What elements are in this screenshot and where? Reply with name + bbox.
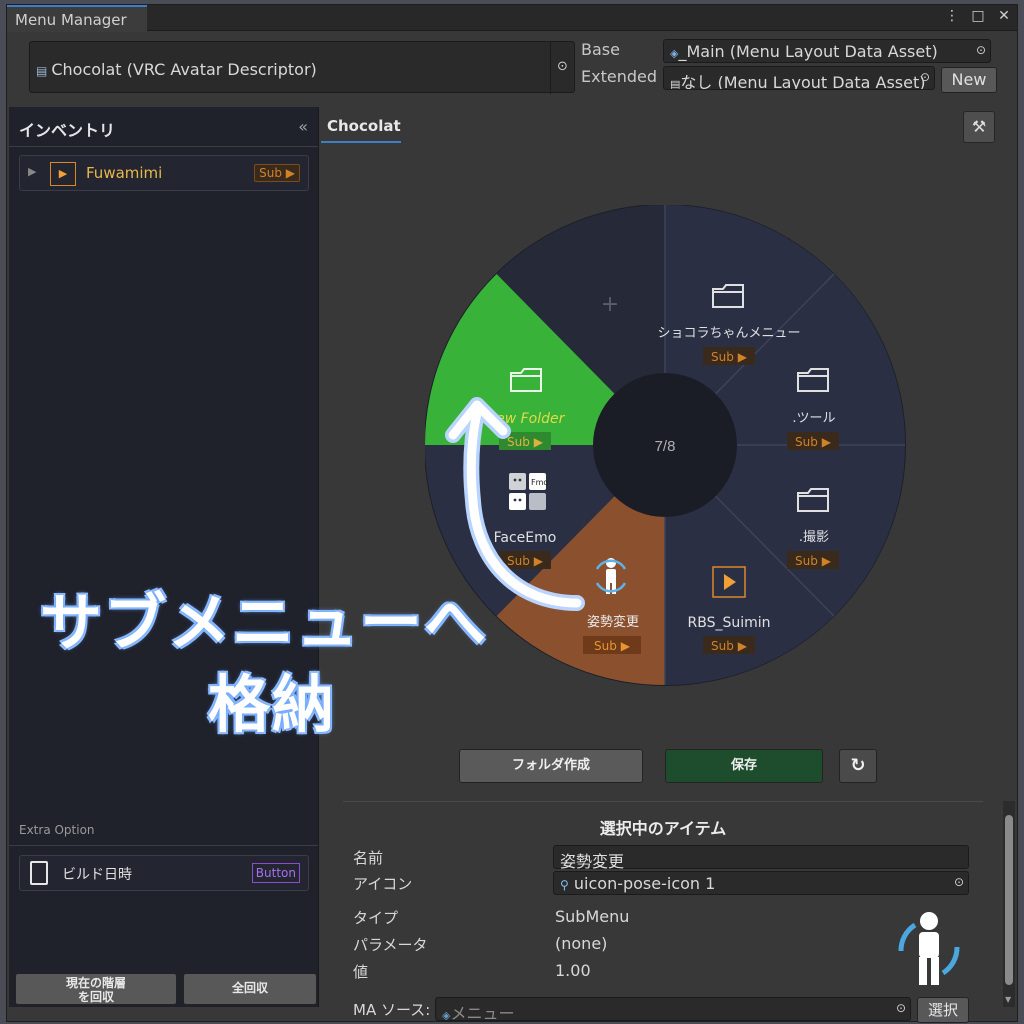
value-value: 1.00: [555, 961, 591, 980]
overlay-caption-line2: 格納: [208, 668, 337, 741]
icon-label: アイコン: [353, 875, 413, 893]
extra-option-label: Extra Option: [19, 823, 95, 837]
menu-manager-window: Menu Manager ⋮ □ ✕ ▤ Chocolat (VRC Avatar…: [6, 4, 1018, 1023]
inventory-title: インベントリ: [19, 121, 116, 140]
section-divider: [343, 801, 983, 802]
restore-all-button[interactable]: 全回収: [183, 973, 317, 1005]
extra-item-label: ビルド日時: [62, 867, 132, 883]
slot-label: ショコラちゃんメニュー: [657, 326, 800, 341]
create-folder-button[interactable]: フォルダ作成: [459, 749, 643, 783]
divider: [9, 845, 318, 846]
scroll-down-icon[interactable]: ▼: [1005, 995, 1011, 1004]
window-controls: ⋮ □ ✕: [945, 8, 1011, 24]
add-icon[interactable]: +: [601, 292, 619, 317]
doc-icon: ▤: [670, 78, 681, 90]
extra-item-build-date[interactable]: ビルド日時 Button: [19, 855, 309, 891]
ma-source-label: MA ソース:: [353, 1001, 431, 1019]
maximize-icon[interactable]: □: [971, 8, 985, 24]
sub-badge: Sub ▶: [711, 350, 748, 364]
title-bar: Menu Manager ⋮ □ ✕: [7, 5, 1017, 32]
refresh-icon[interactable]: ↻: [839, 749, 877, 783]
scrollbar[interactable]: [1003, 801, 1015, 1007]
base-value: _Main (Menu Layout Data Asset): [678, 42, 938, 61]
more-options-icon[interactable]: ⋮: [945, 8, 959, 24]
document-icon: ▤: [36, 64, 48, 78]
descriptor-label: ▤ Chocolat (VRC Avatar Descriptor): [36, 60, 317, 79]
sub-badge: Sub ▶: [594, 639, 631, 653]
tools-icon[interactable]: ⚒: [963, 111, 995, 143]
button-badge: Button: [251, 863, 300, 883]
base-label: Base: [581, 40, 620, 59]
ma-source-picker-icon[interactable]: ⊙: [896, 1001, 906, 1015]
name-field[interactable]: 姿勢変更: [553, 845, 969, 871]
inventory-item-fuwamimi[interactable]: ▶ ▶ Fuwamimi Sub ▶: [19, 155, 309, 191]
sub-badge: Sub ▶: [795, 435, 832, 449]
type-label: タイプ: [353, 909, 399, 927]
base-picker-icon[interactable]: ⊙: [976, 43, 986, 57]
sub-badge: Sub ▶: [795, 554, 832, 568]
slot-label: RBS_Suimin: [687, 615, 770, 631]
icon-field[interactable]: ⚲ uicon-pose-icon 1 ⊙: [553, 871, 969, 895]
descriptor-value: Chocolat (VRC Avatar Descriptor): [51, 60, 317, 79]
scrollbar-thumb[interactable]: [1005, 815, 1013, 985]
value-label: 値: [353, 963, 369, 981]
close-icon[interactable]: ✕: [997, 8, 1011, 24]
base-field[interactable]: ◈_Main (Menu Layout Data Asset) ⊙: [663, 39, 991, 63]
object-picker-icon[interactable]: ⊙: [550, 42, 574, 94]
parameter-label: パラメータ: [353, 936, 428, 954]
slot-label: .ツール: [792, 411, 835, 426]
type-value: SubMenu: [555, 907, 630, 926]
extended-picker-icon[interactable]: ⊙: [920, 70, 930, 84]
avatar-descriptor-field[interactable]: ▤ Chocolat (VRC Avatar Descriptor) ⊙: [29, 41, 575, 94]
restore-level-button[interactable]: 現在の階層 を回収: [15, 973, 177, 1005]
pose-small-icon: ⚲: [560, 878, 569, 892]
inventory-panel: インベントリ « ▶ ▶ Fuwamimi Sub ▶ Extra Option…: [9, 107, 319, 1007]
parameter-value: (none): [555, 934, 608, 953]
slot-label: .撮影: [799, 529, 829, 545]
ma-source-field[interactable]: ◈メニュー ⊙: [435, 997, 911, 1021]
pose-preview-icon: [898, 912, 960, 985]
overlay-caption-line1: サブメニューへ: [40, 586, 489, 659]
extended-value: なし (Menu Layout Data Asset): [680, 73, 926, 90]
inventory-header: インベントリ «: [9, 107, 318, 147]
icon-picker-icon[interactable]: ⊙: [954, 875, 964, 889]
expand-arrow-icon[interactable]: ▶: [28, 165, 36, 178]
extended-field[interactable]: ▤なし (Menu Layout Data Asset) ⊙: [663, 66, 935, 90]
restore-level-line1: 現在の階層: [65, 976, 126, 990]
new-button[interactable]: New: [941, 67, 997, 93]
play-icon: ▶: [50, 162, 76, 186]
tab-chocolat[interactable]: Chocolat: [321, 107, 401, 143]
icon-value: uicon-pose-icon 1: [573, 874, 716, 893]
file-icon: [30, 861, 48, 885]
save-button[interactable]: 保存: [665, 749, 823, 783]
ma-source-value: メニュー: [450, 1004, 515, 1021]
page-indicator: 7/8: [655, 438, 676, 455]
inventory-item-label: Fuwamimi: [86, 164, 163, 182]
collapse-icon[interactable]: «: [298, 117, 308, 136]
select-button[interactable]: 選択: [917, 997, 969, 1023]
extended-label: Extended: [581, 67, 657, 86]
sub-badge: Sub ▶: [711, 639, 748, 653]
selected-item-title: 選択中のアイテム: [599, 819, 727, 838]
sub-badge: Sub ▶: [254, 164, 300, 182]
name-label: 名前: [353, 849, 384, 867]
window-tab[interactable]: Menu Manager: [7, 5, 147, 32]
restore-level-line2: を回収: [77, 990, 114, 1004]
